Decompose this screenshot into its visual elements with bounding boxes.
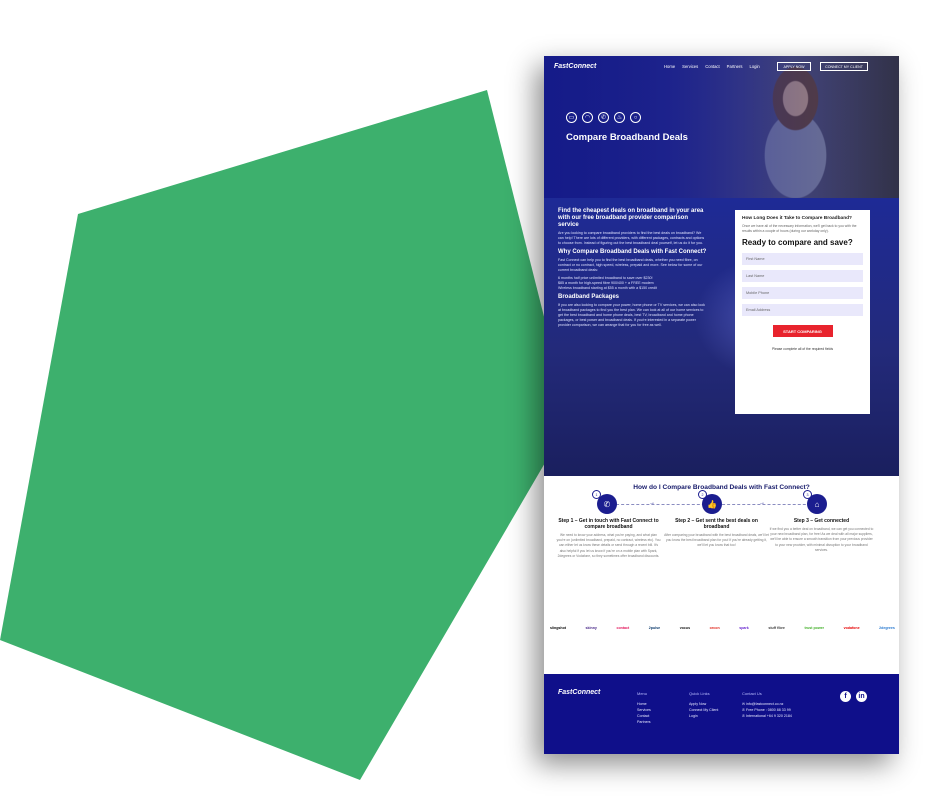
step-number: 3 [803,490,812,499]
partner-logo: 2degrees [879,626,895,630]
apply-now-button[interactable]: APPLY NOW [777,62,811,71]
step-text: If we find you a better deal on broadban… [769,527,874,552]
footer-quick-links: Quick Links Apply Now Connect My Client … [689,691,718,719]
form-question-text: Once we have all of the necessary inform… [742,224,857,233]
page: FastConnect Home Services Contact Partne… [0,0,943,810]
footer-quick-title: Quick Links [689,691,710,696]
form-question-title: How Long Does it Take to Compare Broadba… [742,216,852,221]
footer-link[interactable]: Login [689,713,718,719]
bulb-icon: ○ [630,112,641,123]
step-3: Step 3 – Get connected If we find you a … [769,518,874,553]
info-column: Find the cheapest deals on broadband in … [558,208,708,331]
first-name-field[interactable]: First Name [742,253,863,266]
step-number: 1 [592,490,601,499]
partner-logos: slingshot skinny contact 2pulse vocus or… [550,626,895,630]
partner-logo: vodafone [843,626,860,630]
logo[interactable]: FastConnect [554,63,596,70]
footer-contact: Contact Us ✉ info@fastconnect.co.nz ✆ Fr… [742,691,792,719]
step-text: After comparing your broadband with the … [664,533,769,548]
form-note: Please complete all of the required fiel… [771,347,834,352]
nav-partners[interactable]: Partners [727,64,743,69]
footer: FastConnect Menu Home Services Contact P… [544,674,899,754]
heading-packages: Broadband Packages [558,294,620,300]
service-icons: ▭ ◠ ✆ ♨ ○ [566,112,641,123]
linkedin-icon[interactable]: in [856,691,867,702]
last-name-field[interactable]: Last Name [742,270,863,283]
footer-menu-title: Menu [637,691,648,696]
partner-logo: skinny [585,626,597,630]
partner-logo: spark [739,626,749,630]
arrow-icon: → [759,500,765,506]
partner-logo: 2pulse [648,626,661,630]
footer-international-text: International +64 9 320 2184 [746,714,792,718]
step-title: Step 3 – Get connected [793,518,850,524]
heading-why-compare: Why Compare Broadband Deals with Fast Co… [558,249,707,255]
start-comparing-button[interactable]: START COMPARING [772,325,833,338]
step-text: We need to know your address, what you'r… [556,533,661,558]
footer-email-text: info@fastconnect.co.nz [746,702,784,706]
step-number: 2 [698,490,707,499]
why-paragraph: Fast Connect can help you to find the be… [558,258,703,272]
form-title: Ready to compare and save? [742,238,853,248]
footer-phone-text: Free Phone : 0800 88 33 99 [746,708,791,712]
nav-home[interactable]: Home [664,64,675,69]
phone-icon: ✆ [598,112,609,123]
partner-logo: trust power [804,626,825,630]
connect-client-button[interactable]: CONNECT MY CLIENT [820,62,868,71]
compare-form: How Long Does it Take to Compare Broadba… [735,210,870,414]
footer-link[interactable]: Partners [637,719,651,725]
hero-banner: FastConnect Home Services Contact Partne… [544,56,899,198]
partner-logo: contact [616,626,630,630]
website-mockup: FastConnect Home Services Contact Partne… [544,56,899,754]
nav-login[interactable]: Login [750,64,760,69]
partner-logo: stuff fibre [768,626,785,630]
footer-logo[interactable]: FastConnect [558,689,600,696]
partner-logo: slingshot [550,626,566,630]
arrow-icon: → [649,500,655,506]
nav-contact[interactable]: Contact [705,64,719,69]
step-title: Step 1 – Get in touch with Fast Connect … [558,518,659,530]
content-band: Find the cheapest deals on broadband in … [544,198,899,476]
mobile-phone-field[interactable]: Mobile Phone [742,287,863,300]
heading-cheapest-deals: Find the cheapest deals on broadband in … [558,208,704,228]
footer-international[interactable]: ✆ International +64 9 320 2184 [742,713,792,719]
step-1: Step 1 – Get in touch with Fast Connect … [556,518,661,559]
footer-contact-title: Contact Us [742,691,762,696]
email-field[interactable]: Email Address [742,304,863,317]
facebook-icon[interactable]: f [840,691,851,702]
partner-logo: vocus [679,626,691,630]
wifi-icon: ◠ [582,112,593,123]
packages-paragraph: If you are also looking to compare your … [558,303,705,327]
partner-logo: orcon [709,626,720,630]
step-2: Step 2 – Get sent the best deals on broa… [664,518,769,549]
top-nav: FastConnect Home Services Contact Partne… [544,56,899,78]
step-title: Step 2 – Get sent the best deals on broa… [675,518,758,530]
tv-icon: ▭ [566,112,577,123]
hero-title: Compare Broadband Deals [566,132,688,143]
deal-item: Wireless broadband starting at $55 a mon… [558,286,657,290]
flame-icon: ♨ [614,112,625,123]
footer-menu: Menu Home Services Contact Partners [637,691,651,725]
intro-paragraph: Are you looking to compare broadband pro… [558,231,705,245]
nav-services[interactable]: Services [682,64,698,69]
nav-links: Home Services Contact Partners Login [664,64,760,69]
